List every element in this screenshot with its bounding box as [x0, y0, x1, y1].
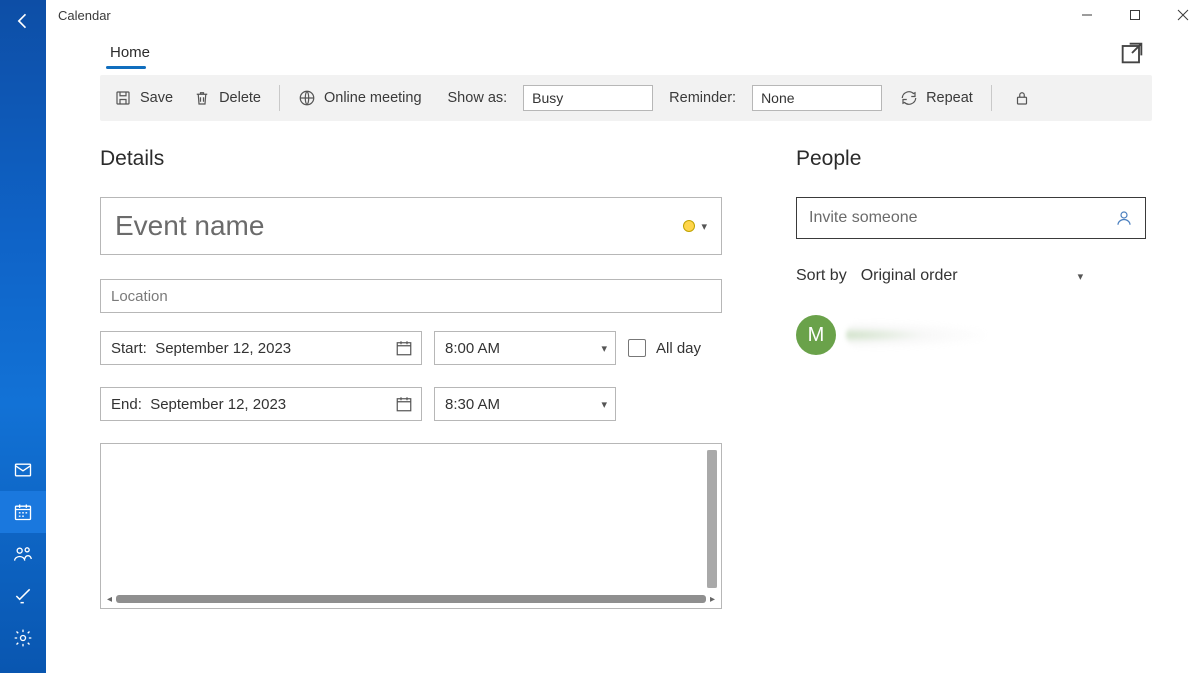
person-icon — [1115, 209, 1133, 227]
attendee-row[interactable]: M — [796, 315, 1146, 355]
reminder-dropdown[interactable]: None — [752, 85, 882, 111]
end-time-value: 8:30 AM — [445, 396, 500, 413]
toolbar-separator — [279, 85, 280, 111]
tab-home[interactable]: Home — [106, 38, 154, 67]
open-new-window-icon[interactable] — [1118, 39, 1146, 67]
avatar: M — [796, 315, 836, 355]
window-maximize[interactable] — [1120, 0, 1150, 30]
end-time-picker[interactable]: 8:30 AM ▾ — [434, 387, 616, 421]
mail-icon[interactable] — [0, 449, 46, 491]
sort-by-label: Sort by — [796, 267, 847, 285]
save-label: Save — [140, 90, 173, 106]
private-lock-button[interactable] — [1008, 89, 1036, 107]
chevron-down-icon: ▾ — [1078, 270, 1084, 283]
chevron-down-icon: ▾ — [601, 398, 607, 411]
window-minimize[interactable] — [1072, 0, 1102, 30]
save-button[interactable]: Save — [112, 85, 175, 111]
color-dot-icon — [683, 220, 695, 232]
end-label: End: — [111, 396, 142, 413]
start-time-value: 8:00 AM — [445, 340, 500, 357]
end-date-picker[interactable]: End: September 12, 2023 — [100, 387, 422, 421]
toolbar-separator — [991, 85, 992, 111]
end-date-value: September 12, 2023 — [150, 396, 286, 413]
description-textarea[interactable] — [129, 450, 699, 580]
location-field[interactable] — [100, 279, 722, 313]
all-day-checkbox[interactable] — [628, 339, 646, 357]
event-name-field[interactable]: ▾ — [100, 197, 722, 255]
show-as-dropdown[interactable]: Busy — [523, 85, 653, 111]
show-as-label: Show as: — [448, 90, 508, 106]
settings-icon[interactable] — [0, 617, 46, 659]
scroll-left-icon: ◂ — [107, 594, 112, 605]
location-input[interactable] — [111, 280, 711, 312]
event-toolbar: Save Delete Online meeting Show as: Busy… — [100, 75, 1152, 121]
reminder-label: Reminder: — [669, 90, 736, 106]
repeat-label: Repeat — [926, 90, 973, 106]
chevron-down-icon: ▾ — [701, 220, 707, 233]
invite-input[interactable] — [809, 209, 1115, 227]
online-meeting-button[interactable]: Online meeting — [296, 85, 424, 111]
calendar-icon — [395, 395, 413, 413]
details-heading: Details — [100, 147, 740, 171]
scroll-right-icon: ▸ — [710, 594, 715, 605]
people-icon[interactable] — [0, 533, 46, 575]
online-meeting-label: Online meeting — [324, 90, 422, 106]
window-title: Calendar — [58, 8, 111, 23]
people-heading: People — [796, 147, 1146, 171]
start-date-value: September 12, 2023 — [155, 340, 291, 357]
attendee-name-redacted — [846, 321, 986, 349]
description-field[interactable]: ◂ ▸ — [100, 443, 722, 609]
delete-label: Delete — [219, 90, 261, 106]
all-day-label: All day — [656, 340, 701, 357]
start-label: Start: — [111, 340, 147, 357]
start-time-picker[interactable]: 8:00 AM ▾ — [434, 331, 616, 365]
vertical-scrollbar[interactable] — [707, 450, 717, 588]
repeat-button[interactable]: Repeat — [898, 85, 975, 111]
show-as-value: Busy — [532, 90, 563, 106]
delete-button[interactable]: Delete — [191, 85, 263, 111]
event-name-input[interactable] — [115, 210, 683, 242]
invite-someone-field[interactable] — [796, 197, 1146, 239]
titlebar: Calendar — [46, 0, 1200, 30]
calendar-icon — [395, 339, 413, 357]
back-button[interactable] — [0, 0, 46, 42]
sort-by-dropdown[interactable]: Original order ▾ — [861, 267, 1083, 285]
start-date-picker[interactable]: Start: September 12, 2023 — [100, 331, 422, 365]
calendar-icon[interactable] — [0, 491, 46, 533]
window-close[interactable] — [1168, 0, 1198, 30]
horizontal-scrollbar[interactable]: ◂ ▸ — [107, 594, 715, 604]
chevron-down-icon: ▾ — [601, 342, 607, 355]
sort-by-value: Original order — [861, 267, 958, 285]
todo-icon[interactable] — [0, 575, 46, 617]
app-sidebar — [0, 0, 46, 673]
reminder-value: None — [761, 90, 794, 106]
category-color-picker[interactable]: ▾ — [683, 220, 707, 233]
